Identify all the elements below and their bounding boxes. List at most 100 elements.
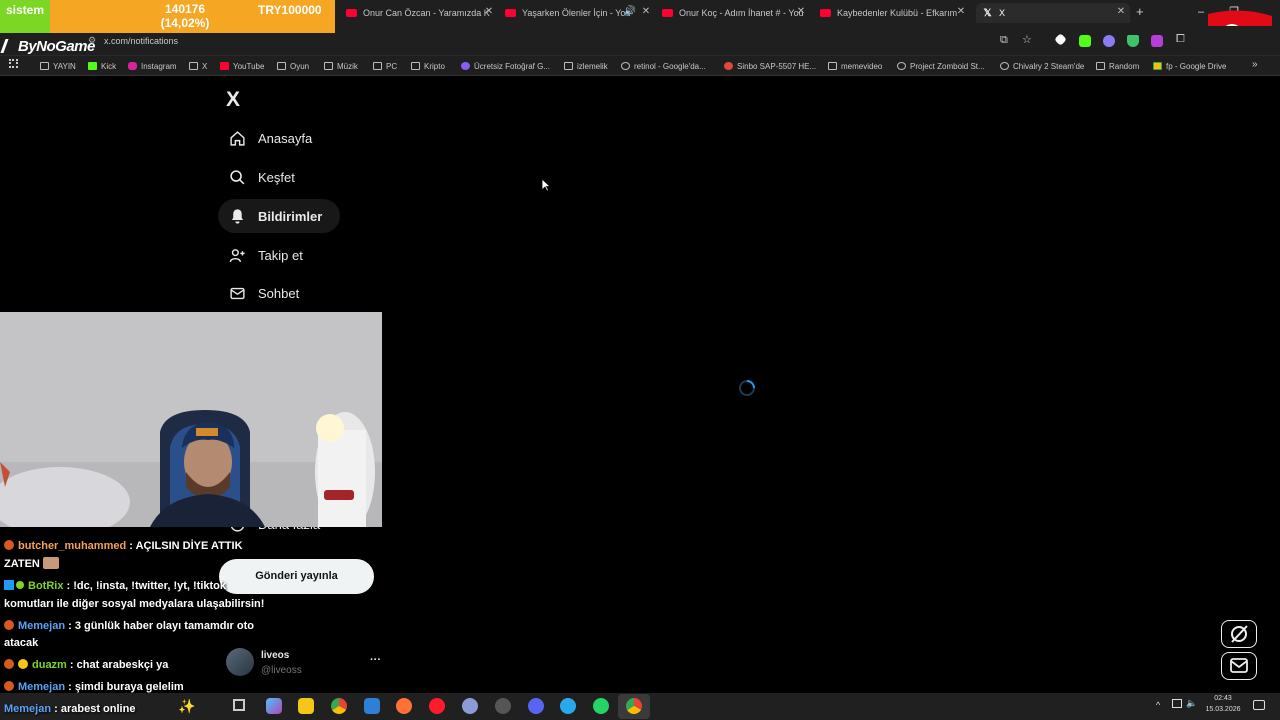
firefox-icon[interactable] <box>396 698 412 714</box>
shield-icon[interactable] <box>1127 35 1139 47</box>
mail-icon <box>1230 658 1248 673</box>
mail-app-icon[interactable] <box>364 698 380 714</box>
home-icon <box>228 129 246 147</box>
bookmark-item[interactable]: Project Zomboid St... <box>897 60 985 72</box>
telegram-icon[interactable] <box>560 698 576 714</box>
steam-icon <box>897 62 906 70</box>
chat-message-cont: ZATEN <box>4 555 59 573</box>
tab-5[interactable]: 𝕏 X ✕ <box>976 3 1130 23</box>
chat-user: Memejan <box>18 681 66 693</box>
streamer-camera-image <box>0 312 382 527</box>
bookmark-item[interactable]: PC <box>373 60 397 72</box>
chat-message-cont: atacak <box>4 637 39 649</box>
clock-date[interactable]: 15.03.2026 <box>1200 706 1246 713</box>
chat-user: Memejan <box>18 620 66 632</box>
nav-label: Sohbet <box>258 285 300 301</box>
bookmark-item[interactable]: Kripto <box>411 60 445 72</box>
grok-button[interactable] <box>1221 620 1257 648</box>
extension-icon[interactable] <box>1079 35 1091 47</box>
sub-badge-icon <box>18 659 28 669</box>
chevron-up-icon[interactable]: ^ <box>1156 700 1160 710</box>
goal-progress: 140176 (14,02%) <box>160 2 210 30</box>
bookmark-item[interactable]: Kick <box>88 60 116 72</box>
person-add-icon <box>228 246 246 264</box>
speaker-icon[interactable]: 🔊 <box>623 6 637 17</box>
search-icon <box>228 168 246 186</box>
bookmark-item[interactable]: Oyun <box>277 60 309 72</box>
nav-home[interactable]: Anasayfa <box>218 121 330 155</box>
file-explorer-icon[interactable] <box>298 698 314 714</box>
bookmark-item[interactable]: Chivalry 2 Steam'de <box>1000 60 1084 72</box>
messages-button[interactable] <box>1221 652 1257 680</box>
chat-message: Memejan : 3 günlük haber olayı tamamdır … <box>4 617 254 635</box>
volume-icon[interactable]: 🔈 <box>1186 698 1197 709</box>
network-icon[interactable] <box>1172 699 1182 708</box>
notifications-icon[interactable] <box>1253 700 1265 710</box>
task-view-icon[interactable] <box>233 699 245 711</box>
install-app-icon[interactable]: ⧉ <box>1000 34 1008 47</box>
chat-user: butcher_muhammed <box>18 540 127 552</box>
puzzle-icon[interactable]: ⧠ <box>1176 33 1185 46</box>
extension-icon[interactable] <box>1151 35 1163 47</box>
apps-icon[interactable] <box>9 59 18 68</box>
bookmark-item[interactable]: YAYIN <box>40 60 76 72</box>
tab-1[interactable]: Onur Can Özcan - Yaramızda K ✕ <box>346 3 498 23</box>
chevron-right-icon[interactable]: » <box>1252 59 1258 70</box>
bookmark-item[interactable]: fp - Google Drive <box>1153 60 1226 72</box>
whatsapp-icon[interactable] <box>593 698 609 714</box>
account-name: liveos <box>261 650 290 661</box>
clock-time[interactable]: 02:43 <box>1200 695 1246 702</box>
star-icon[interactable]: ☆ <box>1022 33 1032 46</box>
bookmark-item[interactable]: Random <box>1096 60 1139 72</box>
nav-follow[interactable]: Takip et <box>218 238 321 272</box>
youtube-icon <box>220 62 229 70</box>
folder-icon <box>277 62 286 70</box>
url-field[interactable]: x.com/notifications <box>104 36 178 46</box>
folder-icon <box>828 62 837 70</box>
bookmark-item[interactable]: Sinbo SAP-5507 HE... <box>724 60 816 72</box>
discord-icon[interactable] <box>528 698 544 714</box>
goal-target: TRY100000 <box>258 3 322 17</box>
close-icon[interactable]: ✕ <box>954 6 968 17</box>
tab-3[interactable]: Onur Koç - Adım İhanet # - You ✕ <box>662 3 810 23</box>
new-tab-button[interactable]: + <box>1136 4 1144 19</box>
close-icon[interactable]: ✕ <box>1114 6 1128 17</box>
opera-icon[interactable] <box>429 698 445 714</box>
extension-icon[interactable] <box>1054 33 1067 46</box>
bookmark-item[interactable]: memevideo <box>828 60 882 72</box>
chrome-icon[interactable] <box>626 698 642 714</box>
bookmark-item[interactable]: Ücretsiz Fotoğraf G... <box>461 60 550 72</box>
nav-chat[interactable]: Sohbet <box>218 276 317 310</box>
bookmark-item[interactable]: X <box>189 60 207 72</box>
bookmark-item[interactable]: Instagram <box>128 60 177 72</box>
nav-label: Bildirimler <box>258 208 323 224</box>
chat-user: BotRix <box>28 580 64 592</box>
bookmark-item[interactable]: YouTube <box>220 60 264 72</box>
tab-2[interactable]: Yaşarken Ölenler İçin - You 🔊 ✕ <box>505 3 655 23</box>
tab-title: Kaybedenler Kulübü - Efkarım <box>837 8 958 18</box>
youtube-icon <box>820 9 831 17</box>
loading-spinner-icon <box>739 380 755 396</box>
tab-title: Yaşarken Ölenler İçin - You <box>522 8 631 18</box>
extension-icon[interactable] <box>1103 35 1115 47</box>
close-icon[interactable]: ✕ <box>639 6 653 17</box>
account-more-icon[interactable]: ··· <box>370 654 381 666</box>
tab-4[interactable]: Kaybedenler Kulübü - Efkarım ✕ <box>820 3 970 23</box>
copilot-icon[interactable] <box>266 698 282 714</box>
instagram-icon <box>128 62 137 70</box>
chrome-icon[interactable] <box>331 698 347 714</box>
bookmark-item[interactable]: retinol - Google'da... <box>621 60 706 72</box>
nav-explore[interactable]: Keşfet <box>218 160 313 194</box>
app-icon[interactable] <box>462 698 478 714</box>
sparkle-icon: ✨ <box>178 698 196 714</box>
bookmark-item[interactable]: Müzik <box>324 60 358 72</box>
avatar[interactable] <box>226 648 254 676</box>
obs-icon[interactable] <box>495 698 511 714</box>
nav-notifications[interactable]: Bildirimler <box>218 199 341 233</box>
post-button[interactable]: Gönderi yayınla <box>219 559 374 594</box>
close-icon[interactable]: ✕ <box>482 6 496 17</box>
close-icon[interactable]: ✕ <box>794 6 808 17</box>
bell-icon <box>228 207 246 225</box>
bookmark-item[interactable]: izlemelik <box>564 60 608 72</box>
x-logo[interactable]: X <box>226 88 240 112</box>
